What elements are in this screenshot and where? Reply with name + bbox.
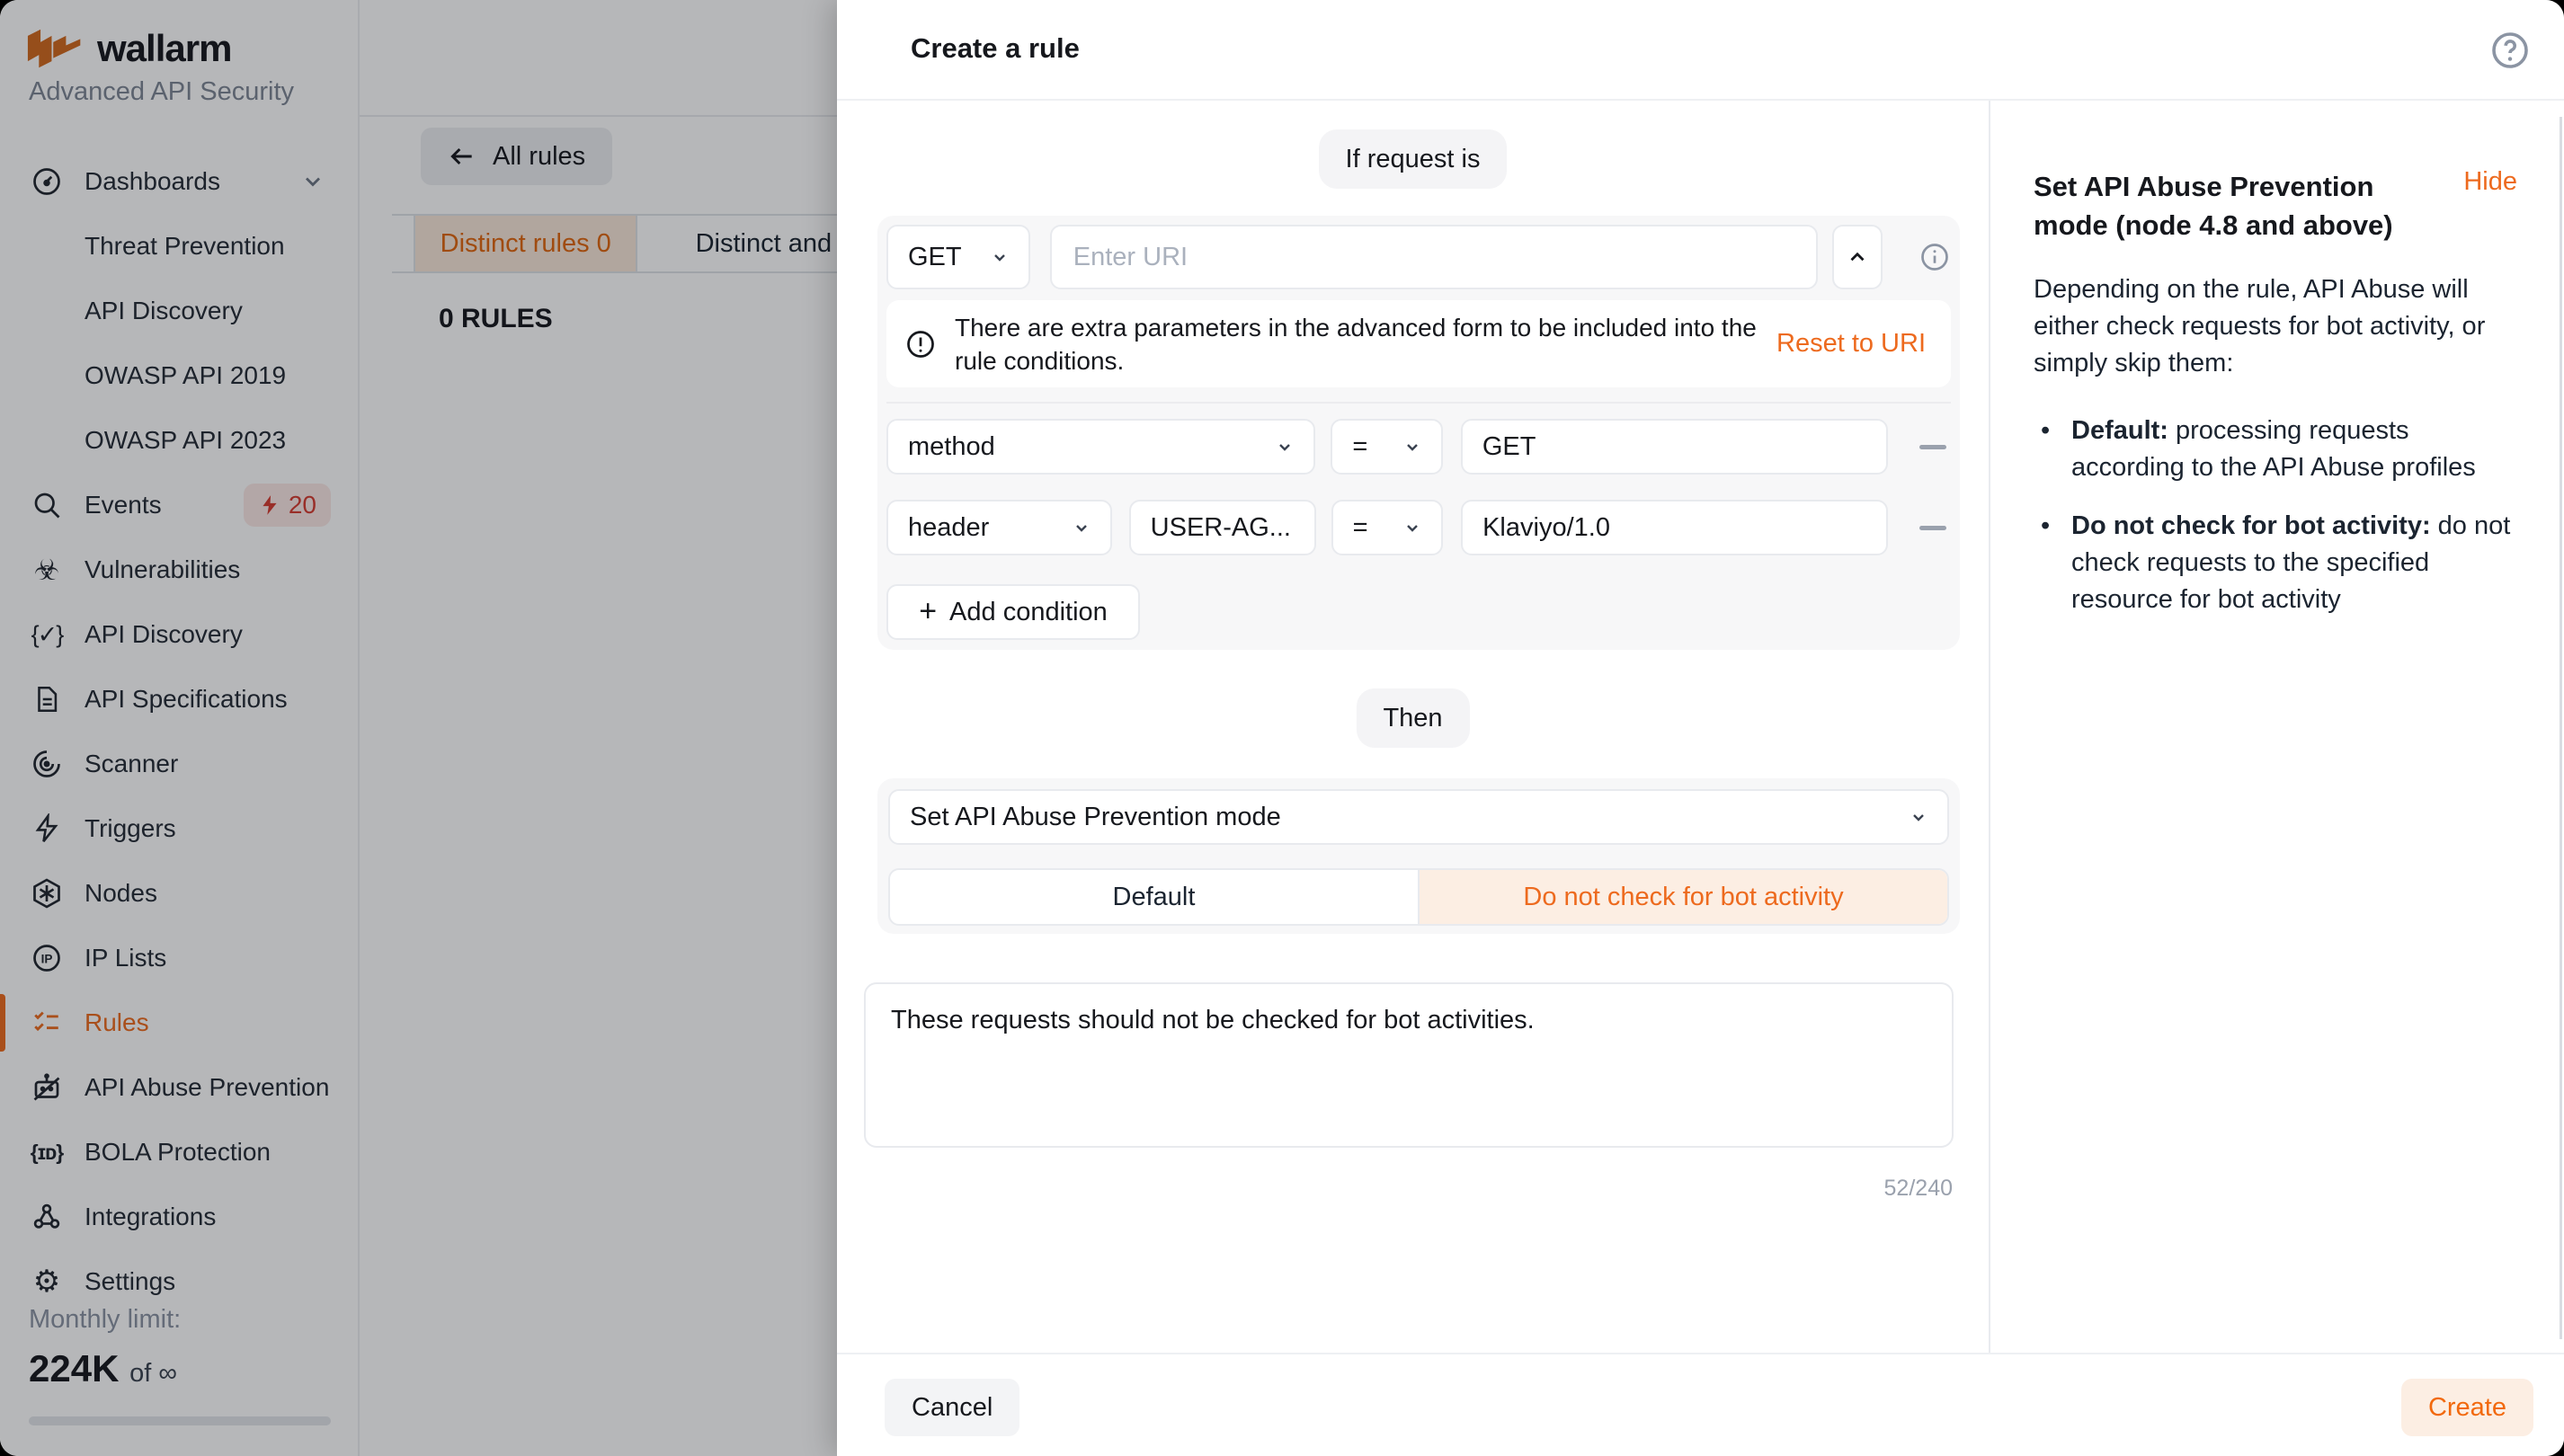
condition-value: Klaviyo/1.0: [1482, 513, 1610, 543]
condition-field-select[interactable]: header: [886, 500, 1112, 555]
remove-condition-button[interactable]: [1915, 429, 1951, 465]
modal-header: Create a rule: [837, 0, 2564, 101]
app-window: wallarm Advanced API Security Dashboards…: [0, 0, 2564, 1456]
rule-description-textarea[interactable]: These requests should not be checked for…: [891, 1006, 1927, 1124]
alert-circle-icon: [904, 328, 937, 360]
minus-icon: [1919, 526, 1946, 530]
action-value: Set API Abuse Prevention mode: [910, 803, 1281, 832]
modal-title: Create a rule: [911, 32, 1080, 65]
help-panel-bullets: Default: processing requests according t…: [2034, 413, 2526, 618]
info-icon[interactable]: [1919, 241, 1951, 273]
mode-option-label: Default: [1113, 883, 1196, 912]
plus-icon: +: [919, 596, 937, 626]
add-condition-button[interactable]: + Add condition: [886, 584, 1140, 640]
operator-value: =: [1353, 513, 1368, 543]
operator-value: =: [1352, 432, 1367, 462]
chevron-down-icon: [1274, 436, 1295, 457]
operator-select[interactable]: =: [1331, 419, 1443, 475]
chevron-down-icon: [1402, 517, 1423, 538]
condition-row: header USER-AG... = Klaviyo/1.0: [886, 500, 1951, 555]
condition-value-input[interactable]: Klaviyo/1.0: [1461, 500, 1888, 555]
modal-backdrop[interactable]: [0, 0, 837, 1456]
chevron-down-icon: [1071, 517, 1092, 538]
minus-icon: [1919, 445, 1946, 449]
modal-footer: Cancel Create: [837, 1353, 2564, 1456]
rule-description-box: These requests should not be checked for…: [864, 982, 1954, 1148]
field-value: method: [908, 432, 995, 462]
rule-action-select[interactable]: Set API Abuse Prevention mode: [888, 789, 1949, 845]
action-card: Set API Abuse Prevention mode Default Do…: [877, 778, 1960, 934]
mode-option-default[interactable]: Default: [890, 870, 1418, 924]
help-bullet: Do not check for bot activity: do not ch…: [2034, 508, 2526, 618]
header-name-input[interactable]: USER-AG...: [1129, 500, 1316, 555]
mode-option-do-not-check[interactable]: Do not check for bot activity: [1418, 870, 1947, 924]
then-pill: Then: [1356, 688, 1469, 748]
conditions-card: GET The: [877, 216, 1960, 650]
uri-input-wrap: [1050, 225, 1818, 289]
cancel-button[interactable]: Cancel: [885, 1379, 1019, 1436]
collapse-advanced-button[interactable]: [1832, 225, 1883, 289]
help-bullet: Default: processing requests according t…: [2034, 413, 2526, 486]
chevron-down-icon: [1908, 806, 1929, 828]
bullet-term: Default:: [2071, 416, 2168, 445]
help-panel-intro: Depending on the rule, API Abuse will ei…: [2034, 271, 2537, 382]
mode-segmented-control: Default Do not check for bot activity: [888, 868, 1949, 926]
help-panel-title: Set API Abuse Prevention mode (node 4.8 …: [2034, 167, 2440, 244]
operator-select[interactable]: =: [1331, 500, 1443, 555]
bullet-term: Do not check for bot activity:: [2071, 511, 2431, 540]
notice-text: There are extra parameters in the advanc…: [955, 311, 1776, 377]
advanced-form-notice: There are extra parameters in the advanc…: [886, 300, 1951, 387]
method-value: GET: [908, 243, 962, 272]
field-value: header: [908, 513, 989, 543]
chevron-up-icon: [1846, 245, 1869, 269]
panel-scrollbar[interactable]: [2560, 117, 2562, 1339]
add-condition-label: Add condition: [949, 598, 1108, 627]
if-request-is-pill: If request is: [1319, 129, 1508, 189]
remove-condition-button[interactable]: [1915, 510, 1951, 546]
condition-value: GET: [1482, 432, 1536, 462]
mode-option-label: Do not check for bot activity: [1523, 883, 1843, 912]
chevron-down-icon: [1402, 436, 1423, 457]
http-method-select[interactable]: GET: [886, 225, 1030, 289]
help-icon[interactable]: [2488, 29, 2532, 72]
card-divider: [886, 402, 1951, 404]
uri-input[interactable]: [1073, 243, 1794, 272]
header-name-value: USER-AG...: [1151, 513, 1291, 543]
char-counter: 52/240: [1884, 1176, 1953, 1202]
help-panel: Set API Abuse Prevention mode (node 4.8 …: [1989, 101, 2564, 1353]
condition-field-select[interactable]: method: [886, 419, 1315, 475]
condition-value-input[interactable]: GET: [1461, 419, 1888, 475]
chevron-down-icon: [989, 246, 1010, 268]
reset-to-uri-link[interactable]: Reset to URI: [1776, 329, 1926, 359]
hide-link[interactable]: Hide: [2463, 167, 2517, 197]
rule-builder-column: If request is GET: [837, 101, 1989, 1353]
condition-row: method = GET: [886, 419, 1951, 475]
create-button[interactable]: Create: [2401, 1379, 2533, 1436]
create-rule-modal: Create a rule If request is GET: [837, 0, 2564, 1456]
uri-row: GET: [886, 225, 1951, 289]
